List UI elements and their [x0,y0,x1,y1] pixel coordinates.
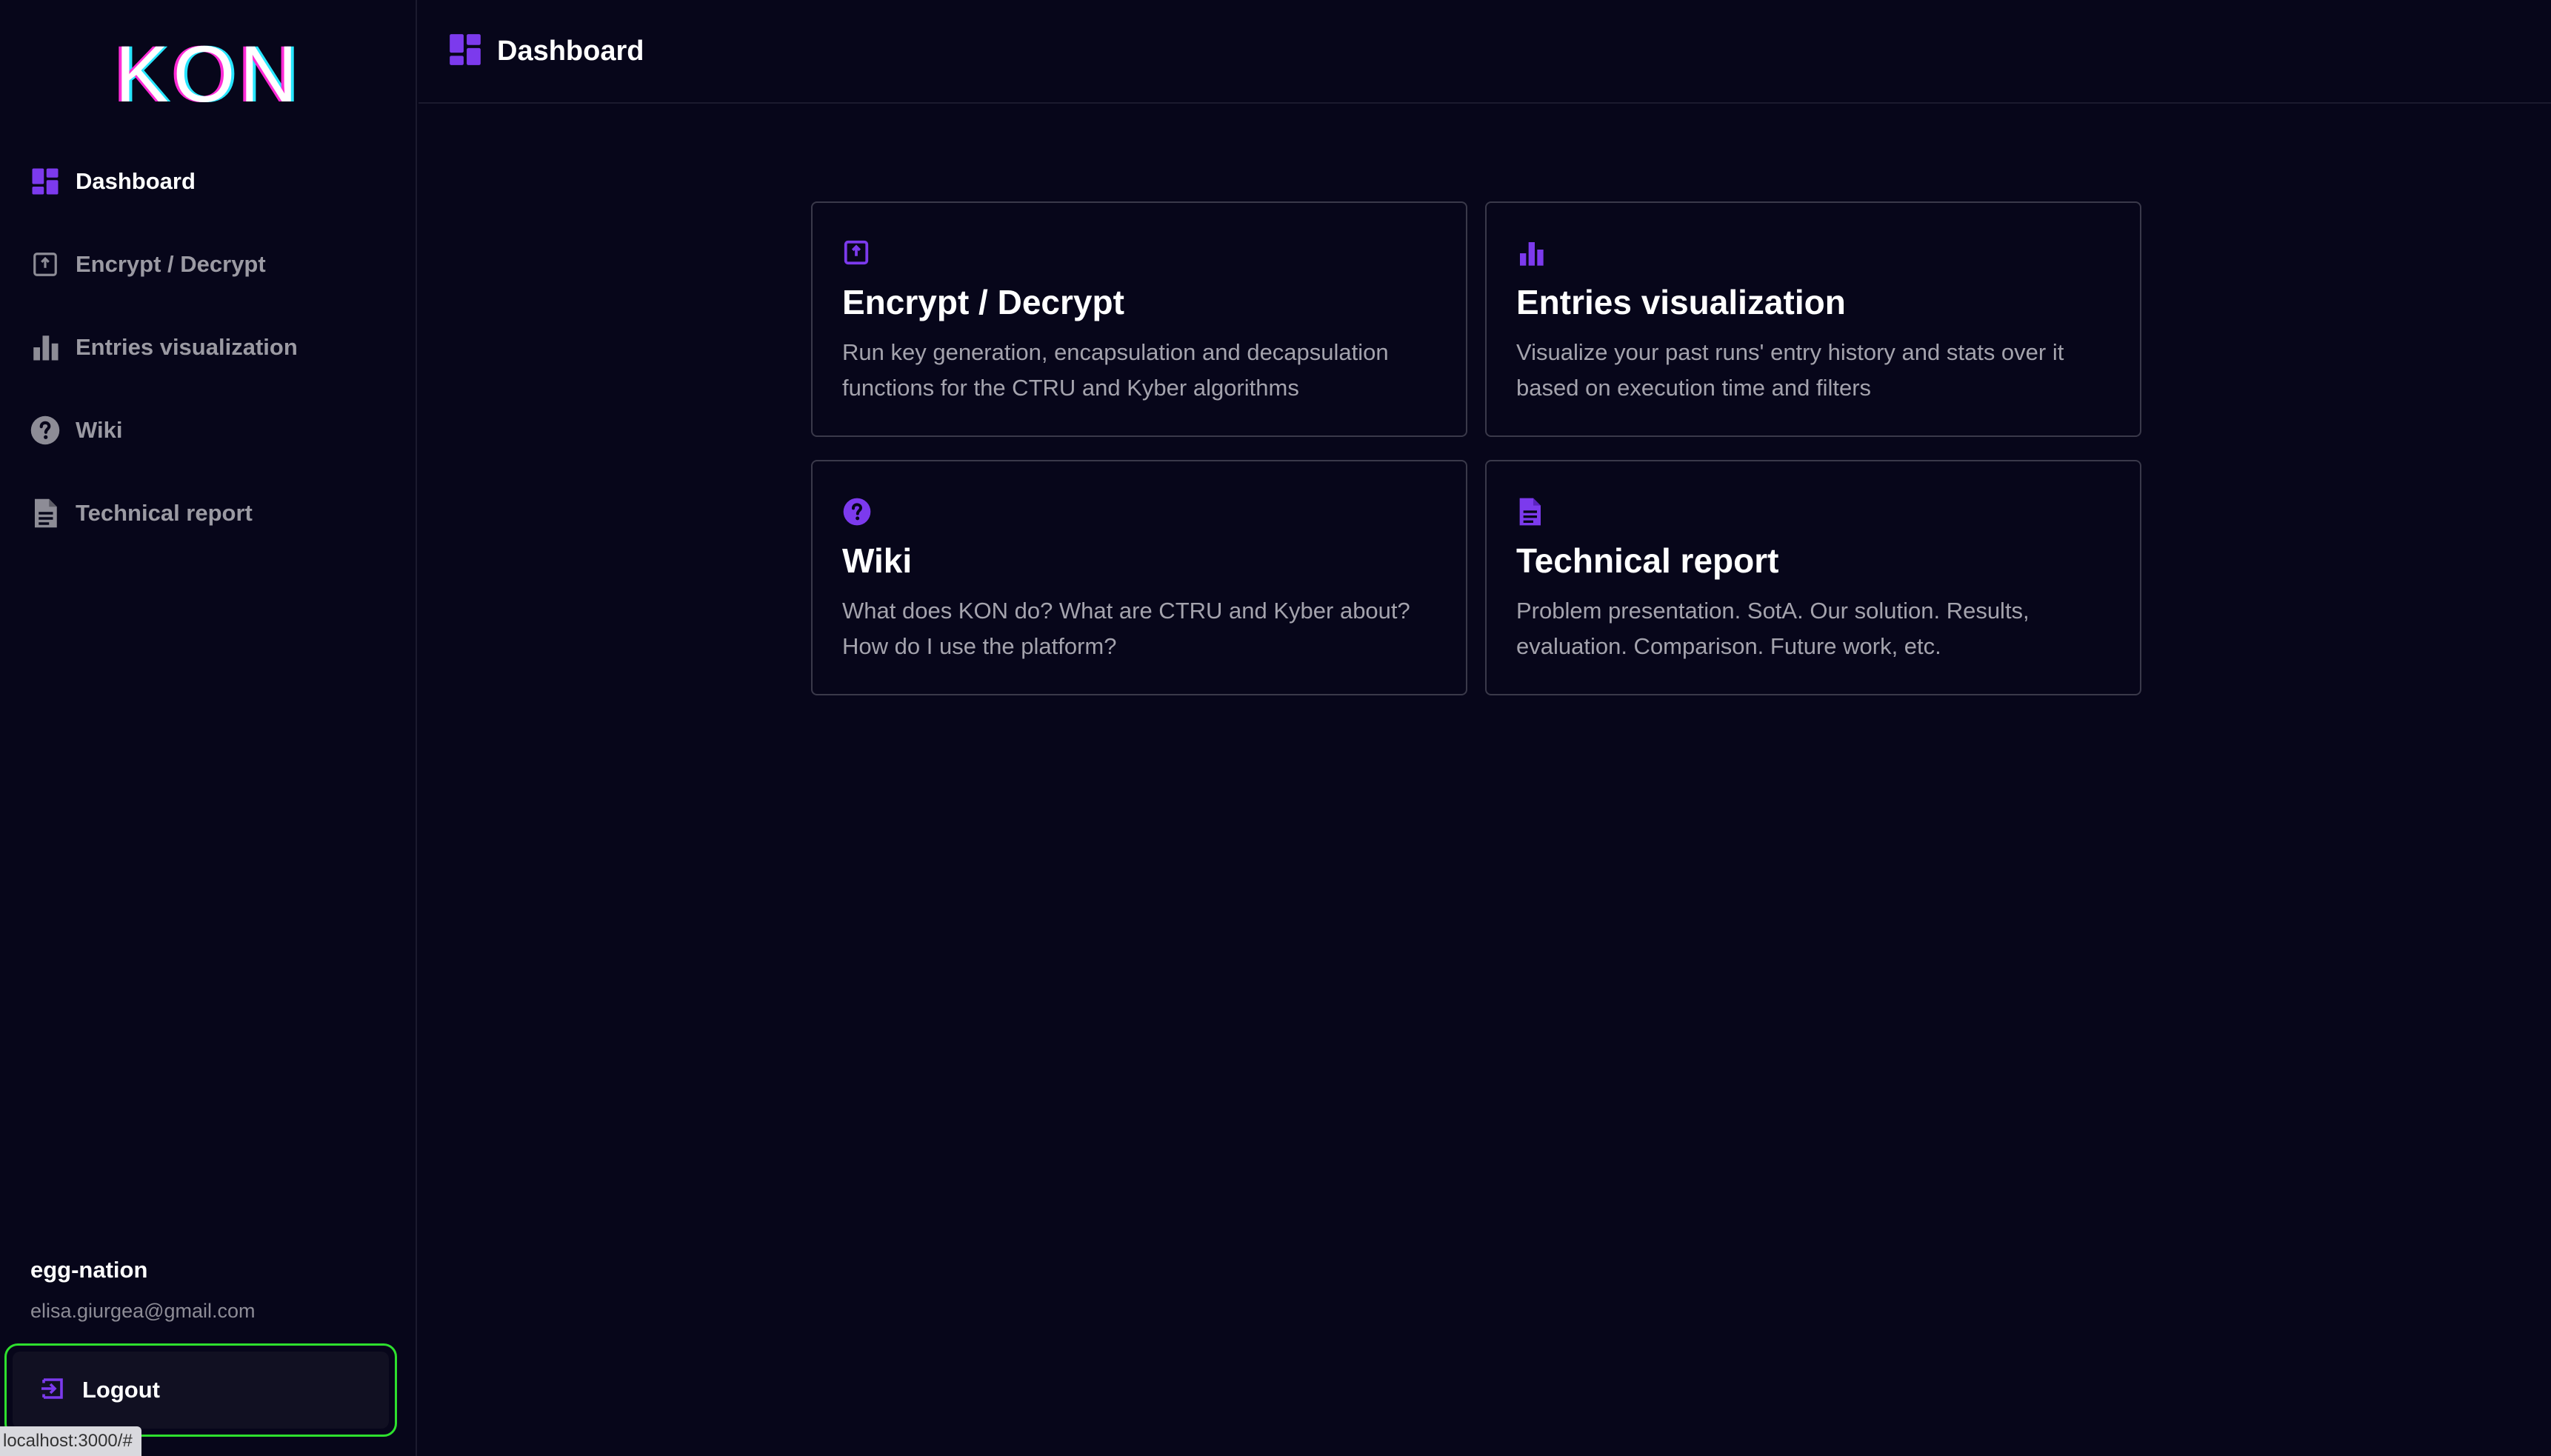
encrypt-icon [30,249,61,280]
card-title: Entries visualization [1516,283,1846,321]
card-description: What does KON do? What are CTRU and Kybe… [842,598,1410,659]
sidebar-item-technical-report[interactable]: Technical report [0,480,417,547]
help-circle-icon [842,497,872,527]
card-technical-report[interactable]: Technical report Problem presentation. S… [1485,460,2141,695]
bar-chart-icon [1516,238,1546,268]
sidebar: KON Dashboard Encrypt / Decrypt Entries … [0,0,417,1456]
card-description: Visualize your past runs' entry history … [1516,339,2064,401]
status-bar-url: localhost:3000/# [0,1426,141,1456]
kon-logo[interactable]: KON [0,30,417,118]
card-entries-visualization[interactable]: Entries visualization Visualize your pas… [1485,201,2141,437]
card-encrypt-decrypt[interactable]: Encrypt / Decrypt Run key generation, en… [811,201,1467,437]
sidebar-item-wiki[interactable]: Wiki [0,397,417,464]
card-description: Run key generation, encapsulation and de… [842,339,1389,401]
sidebar-item-label: Entries visualization [76,334,298,360]
sidebar-item-label: Dashboard [76,168,196,194]
sidebar-item-encrypt-decrypt[interactable]: Encrypt / Decrypt [0,231,417,298]
logout-icon [39,1375,66,1406]
top-header: Dashboard [419,0,2551,104]
card-title: Encrypt / Decrypt [842,283,1124,321]
dashboard-icon [30,166,61,197]
sidebar-item-label: Technical report [76,500,253,526]
logout-button[interactable]: Logout [13,1352,389,1429]
sidebar-item-dashboard[interactable]: Dashboard [0,148,417,215]
card-description: Problem presentation. SotA. Our solution… [1516,598,2030,659]
user-email: elisa.giurgea@gmail.com [30,1300,256,1322]
card-title: Technical report [1516,541,1779,580]
card-title: Wiki [842,541,913,580]
bar-chart-icon [30,332,61,363]
dashboard-icon [447,31,484,72]
encrypt-icon [842,238,872,268]
app-root: KON Dashboard Encrypt / Decrypt Entries … [0,0,2551,1456]
sidebar-item-label: Encrypt / Decrypt [76,251,266,277]
page-title: Dashboard [497,35,644,67]
card-wiki[interactable]: Wiki What does KON do? What are CTRU and… [811,460,1467,695]
logout-highlight: Logout [4,1343,397,1437]
sidebar-item-label: Wiki [76,417,123,443]
sidebar-item-entries-visualization[interactable]: Entries visualization [0,314,417,381]
document-icon [30,498,61,529]
logout-label: Logout [82,1377,161,1403]
help-circle-icon [30,415,61,446]
user-name: egg-nation [30,1257,148,1283]
document-icon [1516,497,1546,527]
